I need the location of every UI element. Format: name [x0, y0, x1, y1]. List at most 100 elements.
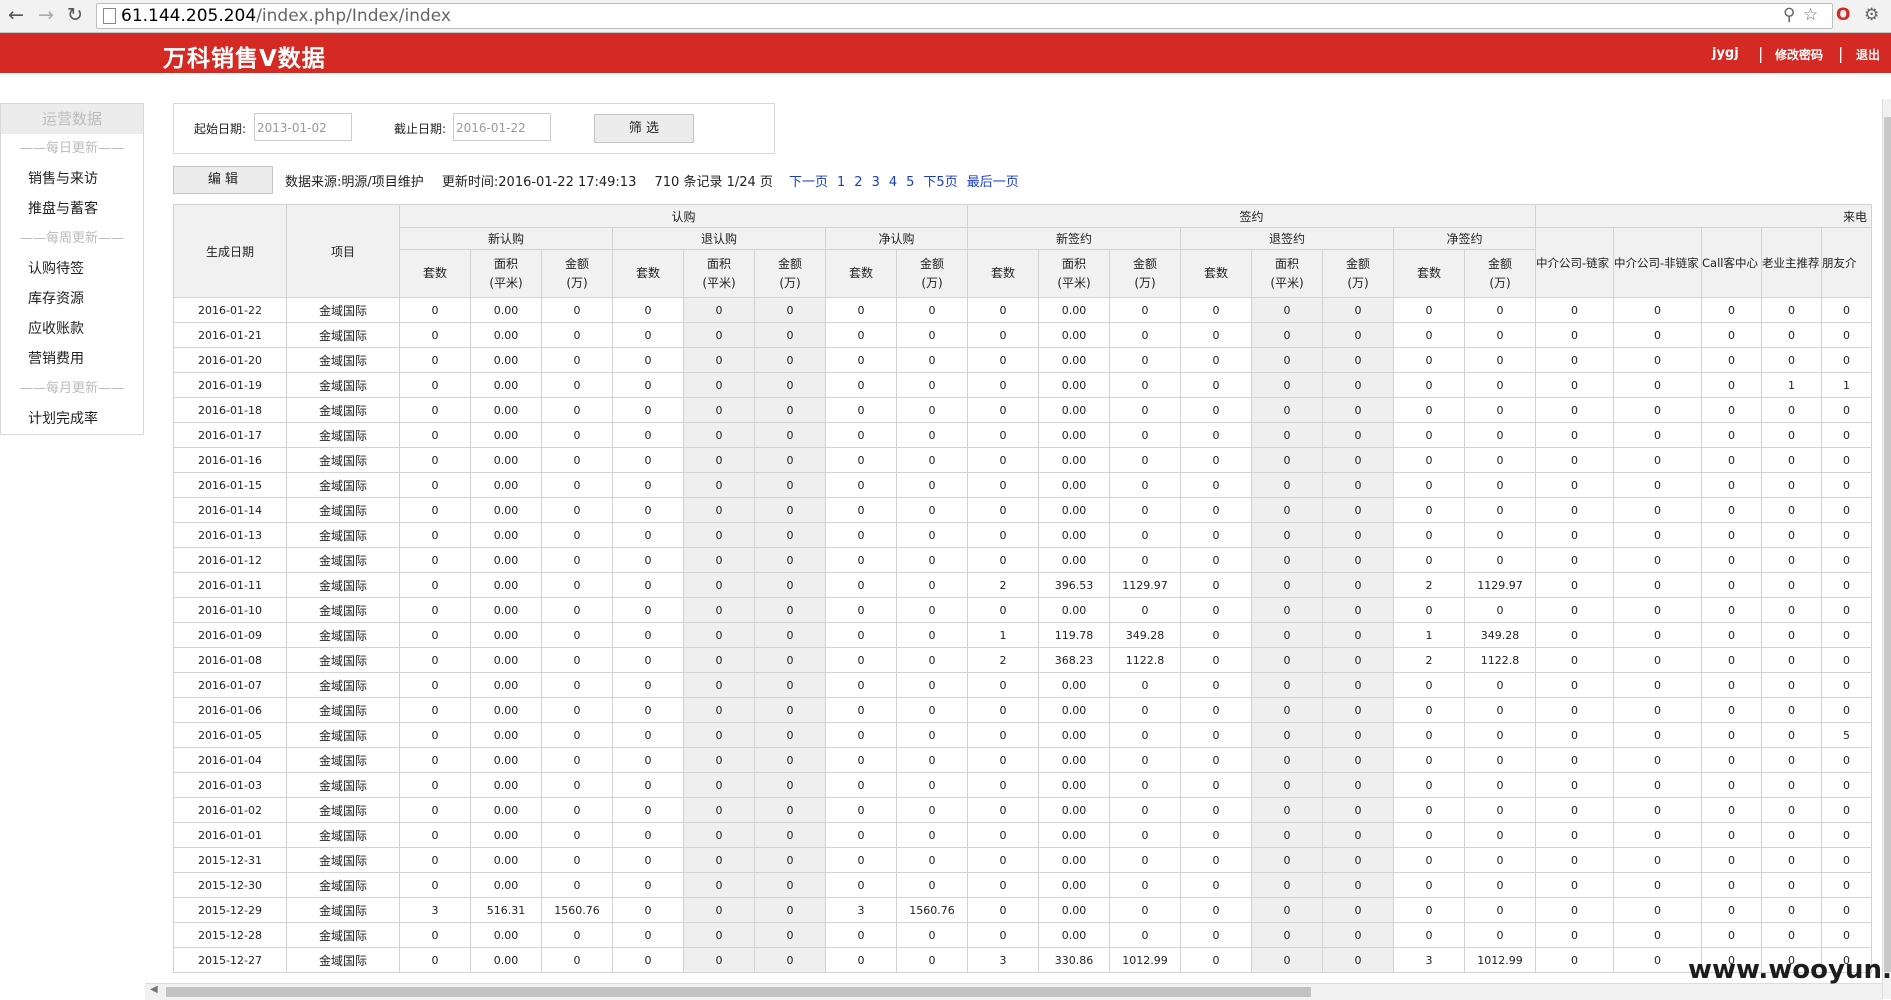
- value-cell: 0: [1464, 847, 1537, 873]
- project-cell: 金域国际: [286, 522, 400, 548]
- value-cell: 0: [825, 447, 897, 473]
- end-date-input[interactable]: 2016-01-22: [453, 113, 551, 141]
- sidebar-item[interactable]: 营销费用: [1, 344, 143, 374]
- project-cell: 金域国际: [286, 747, 400, 773]
- sidebar-list: ——每日更新—— 销售与来访 推盘与蓄客 ——每周更新—— 认购待签 库存资源 应收账款 营销…: [1, 134, 143, 434]
- sidebar-item[interactable]: 销售与来访: [1, 164, 143, 194]
- sidebar-section-label: ——每日更新——: [19, 141, 124, 156]
- url-text[interactable]: 61.144.205.204/index.php/Index/index: [121, 6, 451, 26]
- value-cell: 0.00: [470, 597, 542, 623]
- pager-link[interactable]: 4: [889, 175, 897, 190]
- pager-link[interactable]: 下一页: [789, 175, 828, 190]
- reload-icon[interactable]: ↻: [67, 4, 83, 26]
- value-cell: 0: [612, 497, 684, 523]
- value-cell: 0: [1109, 697, 1182, 723]
- value-cell: 0: [1821, 322, 1873, 348]
- value-cell: 0: [1109, 447, 1182, 473]
- value-cell: 0: [399, 597, 471, 623]
- value-cell: 0: [1464, 347, 1537, 373]
- vertical-scrollbar[interactable]: [1882, 99, 1891, 999]
- value-cell: 0: [1464, 922, 1537, 948]
- value-cell: 0: [1761, 547, 1823, 573]
- group-header: 来电: [1535, 204, 1873, 228]
- value-cell: 0: [1535, 422, 1615, 448]
- date-cell: 2016-01-04: [173, 747, 287, 773]
- value-cell: 0: [1821, 572, 1873, 598]
- opera-icon[interactable]: O: [1836, 5, 1850, 25]
- back-icon[interactable]: ←: [8, 4, 24, 26]
- value-cell: 0: [1251, 697, 1324, 723]
- value-cell: 0: [541, 372, 613, 398]
- value-cell: 0: [683, 397, 755, 423]
- value-cell: 0: [895, 697, 969, 723]
- value-cell: 0: [895, 522, 969, 548]
- table-row: 2016-01-08 金域国际 0 0.00 0 0 0 0 0 0 2 368.23 1122.8 0 0…: [173, 647, 1873, 673]
- user-link[interactable]: jygj: [1712, 46, 1739, 61]
- value-cell: 0: [541, 747, 613, 773]
- value-cell: 0: [1251, 422, 1324, 448]
- table-row: 2016-01-20 金域国际 0 0.00 0 0 0 0 0 0 0 0.00 0 0 0 0 0 0 0 0 0 0…: [173, 347, 1873, 373]
- value-cell: 0: [683, 522, 755, 548]
- subgroup-header: 退签约: [1180, 227, 1395, 250]
- value-cell: 0: [1821, 797, 1873, 823]
- value-cell: 0: [1535, 772, 1615, 798]
- value-cell: 0.00: [1038, 922, 1111, 948]
- value-cell: 0.00: [470, 872, 542, 898]
- value-cell: 0: [754, 722, 826, 748]
- vertical-scroll-thumb[interactable]: [1884, 117, 1891, 972]
- sidebar-item[interactable]: 计划完成率: [1, 404, 143, 434]
- value-cell: 0: [1613, 722, 1703, 748]
- extension-icon[interactable]: ⚙: [1864, 5, 1879, 25]
- value-cell: 0: [612, 372, 684, 398]
- forward-icon[interactable]: →: [38, 4, 54, 26]
- value-cell: 1: [1393, 622, 1466, 648]
- pager-link[interactable]: 5: [906, 175, 914, 190]
- value-cell: 0: [541, 572, 613, 598]
- filter-button[interactable]: 筛 选: [594, 114, 694, 143]
- edit-button[interactable]: 编 辑: [173, 166, 273, 194]
- value-cell: 0: [1613, 572, 1703, 598]
- value-cell: 0: [1322, 522, 1395, 548]
- value-cell: 0: [1109, 472, 1182, 498]
- sidebar-item[interactable]: 应收账款: [1, 314, 143, 344]
- pager-link[interactable]: 3: [872, 175, 880, 190]
- value-cell: 0: [967, 347, 1040, 373]
- address-bar[interactable]: 61.144.205.204/index.php/Index/index: [96, 3, 1833, 29]
- horizontal-scroll-thumb[interactable]: [166, 987, 1311, 997]
- star-icon[interactable]: ☆: [1803, 5, 1818, 25]
- value-cell: 0: [1322, 597, 1395, 623]
- value-cell: 0.00: [1038, 422, 1111, 448]
- value-cell: 0: [612, 847, 684, 873]
- value-cell: 0: [612, 797, 684, 823]
- pager-link[interactable]: 下5页: [923, 175, 957, 190]
- value-cell: 0: [683, 347, 755, 373]
- value-cell: 0: [399, 372, 471, 398]
- table-row: 2016-01-09 金域国际 0 0.00 0 0 0 0 0 0 1 119.78 349.28 0 0…: [173, 622, 1873, 648]
- value-cell: 0: [541, 872, 613, 898]
- pager-link[interactable]: 1: [837, 175, 845, 190]
- value-cell: 0: [1109, 872, 1182, 898]
- value-cell: 0: [1535, 497, 1615, 523]
- sidebar-item[interactable]: 库存资源: [1, 284, 143, 314]
- value-cell: 0: [1535, 872, 1615, 898]
- value-cell: 0: [895, 747, 969, 773]
- value-cell: 0: [1613, 822, 1703, 848]
- pager-link[interactable]: 最后一页: [967, 175, 1019, 190]
- table-row: 2016-01-06 金域国际 0 0.00 0 0 0 0 0 0 0 0.00 0 0 0 0 0 0 0 0 0 0…: [173, 697, 1873, 723]
- value-cell: 0: [399, 747, 471, 773]
- start-date-input[interactable]: 2013-01-02: [254, 113, 352, 141]
- value-cell: 0: [1251, 297, 1324, 323]
- value-cell: 0: [895, 422, 969, 448]
- sidebar-item[interactable]: 认购待签: [1, 254, 143, 284]
- sidebar-item[interactable]: 推盘与蓄客: [1, 194, 143, 224]
- change-password-link[interactable]: 修改密码: [1775, 46, 1823, 63]
- pager-link[interactable]: 2: [854, 175, 862, 190]
- key-icon[interactable]: ⚲: [1783, 5, 1795, 25]
- scroll-left-icon[interactable]: ◀: [150, 984, 158, 995]
- logout-link[interactable]: 退出: [1856, 46, 1880, 63]
- table-row: 2015-12-29 金域国际 3 516.31 1560.76 0 0 0 3 1560.76 0…: [173, 897, 1873, 923]
- column-header: 项目: [286, 204, 400, 298]
- value-cell: 349.28: [1109, 622, 1182, 648]
- horizontal-scrollbar[interactable]: ◀: [145, 983, 1882, 1000]
- project-cell: 金域国际: [286, 397, 400, 423]
